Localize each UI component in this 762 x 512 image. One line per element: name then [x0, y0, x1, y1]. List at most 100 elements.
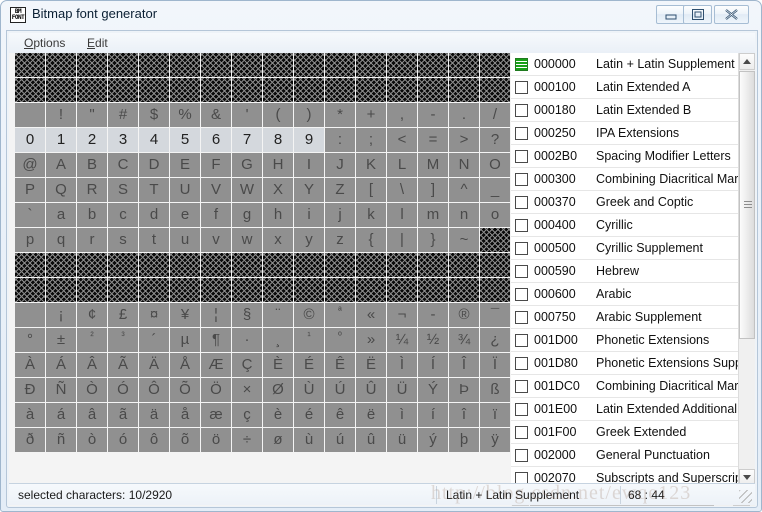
character-cell[interactable]: ~ — [449, 228, 479, 252]
checkbox-partial-icon[interactable] — [515, 57, 528, 71]
character-cell[interactable]: q — [46, 228, 76, 252]
character-cell[interactable]: þ — [449, 428, 479, 452]
character-cell[interactable]: 5 — [170, 128, 200, 152]
character-cell[interactable]: o — [480, 203, 510, 227]
character-cell[interactable]: È — [263, 353, 293, 377]
character-cell[interactable]: õ — [170, 428, 200, 452]
character-cell[interactable]: ø — [263, 428, 293, 452]
character-cell[interactable]: j — [325, 203, 355, 227]
character-cell[interactable]: § — [232, 303, 262, 327]
character-cell[interactable]: 8 — [263, 128, 293, 152]
character-cell[interactable]: ë — [356, 403, 386, 427]
block-list-row[interactable]: 000500 Cyrillic Supplement — [511, 237, 738, 260]
character-cell[interactable]: \ — [387, 178, 417, 202]
block-list-row[interactable]: 000100 Latin Extended A — [511, 76, 738, 99]
block-list-row[interactable]: 000590 Hebrew — [511, 260, 738, 283]
character-cell[interactable]: « — [356, 303, 386, 327]
character-cell[interactable]: ÷ — [232, 428, 262, 452]
character-cell[interactable]: [ — [356, 178, 386, 202]
character-cell[interactable]: F — [201, 153, 231, 177]
block-list-row[interactable]: 000750 Arabic Supplement — [511, 306, 738, 329]
character-cell[interactable]: & — [201, 103, 231, 127]
character-cell[interactable]: U — [170, 178, 200, 202]
character-cell[interactable]: ð — [15, 428, 45, 452]
character-cell[interactable]: ® — [449, 303, 479, 327]
character-cell[interactable]: Y — [294, 178, 324, 202]
character-cell[interactable]: X — [263, 178, 293, 202]
character-cell[interactable]: ( — [263, 103, 293, 127]
character-cell[interactable]: Í — [418, 353, 448, 377]
character-cell[interactable]: ÿ — [480, 428, 510, 452]
block-list-row[interactable]: 0002B0 Spacing Modifier Letters — [511, 145, 738, 168]
character-cell[interactable]: H — [263, 153, 293, 177]
character-cell[interactable]: Æ — [201, 353, 231, 377]
character-cell[interactable]: d — [139, 203, 169, 227]
checkbox-empty-icon[interactable] — [515, 333, 528, 347]
character-cell[interactable]: Ë — [356, 353, 386, 377]
character-cell[interactable]: · — [232, 328, 262, 352]
character-cell[interactable]: h — [263, 203, 293, 227]
character-cell[interactable]: $ — [139, 103, 169, 127]
character-cell[interactable]: r — [77, 228, 107, 252]
checkbox-empty-icon[interactable] — [515, 425, 528, 439]
character-cell[interactable]: D — [139, 153, 169, 177]
block-list-row[interactable]: 000600 Arabic — [511, 283, 738, 306]
character-cell[interactable]: ó — [108, 428, 138, 452]
character-cell[interactable]: ¬ — [387, 303, 417, 327]
character-cell[interactable]: â — [77, 403, 107, 427]
character-cell[interactable]: ¶ — [201, 328, 231, 352]
character-cell[interactable]: Ø — [263, 378, 293, 402]
character-cell[interactable]: ï — [480, 403, 510, 427]
character-cell[interactable]: Ð — [15, 378, 45, 402]
character-cell[interactable]: Ç — [232, 353, 262, 377]
character-cell[interactable]: v — [201, 228, 231, 252]
character-cell[interactable]: 1 — [46, 128, 76, 152]
checkbox-empty-icon[interactable] — [515, 172, 528, 186]
character-cell[interactable]: 4 — [139, 128, 169, 152]
character-cell[interactable]: ö — [201, 428, 231, 452]
character-cell[interactable]: Ý — [418, 378, 448, 402]
character-cell[interactable]: ³ — [108, 328, 138, 352]
character-cell[interactable]: û — [356, 428, 386, 452]
block-list-row[interactable]: 000400 Cyrillic — [511, 214, 738, 237]
character-cell[interactable]: a — [46, 203, 76, 227]
character-cell[interactable]: y — [294, 228, 324, 252]
block-list-row[interactable]: 000250 IPA Extensions — [511, 122, 738, 145]
character-cell[interactable]: Ú — [325, 378, 355, 402]
block-list-row[interactable]: 000180 Latin Extended B — [511, 99, 738, 122]
checkbox-empty-icon[interactable] — [515, 149, 528, 163]
resize-grip[interactable] — [739, 490, 752, 503]
character-cell[interactable]: E — [170, 153, 200, 177]
character-cell[interactable]: ç — [232, 403, 262, 427]
character-cell[interactable]: x — [263, 228, 293, 252]
checkbox-empty-icon[interactable] — [515, 195, 528, 209]
block-list-row[interactable]: 001E00 Latin Extended Additional — [511, 398, 738, 421]
character-cell[interactable]: à — [15, 403, 45, 427]
character-cell[interactable]: ½ — [418, 328, 448, 352]
character-cell[interactable]: = — [418, 128, 448, 152]
character-cell[interactable]: ¤ — [139, 303, 169, 327]
character-cell[interactable]: Ï — [480, 353, 510, 377]
character-cell[interactable]: ä — [139, 403, 169, 427]
character-cell[interactable]: e — [170, 203, 200, 227]
character-cell[interactable]: ¯ — [480, 303, 510, 327]
character-cell[interactable]: P — [15, 178, 45, 202]
block-list-row[interactable]: 001D80 Phonetic Extensions Supple. — [511, 352, 738, 375]
checkbox-empty-icon[interactable] — [515, 356, 528, 370]
character-cell[interactable]: í — [418, 403, 448, 427]
character-cell[interactable]: p — [15, 228, 45, 252]
character-cell[interactable]: » — [356, 328, 386, 352]
character-cell[interactable]: ¦ — [201, 303, 231, 327]
character-cell[interactable]: ¡ — [46, 303, 76, 327]
character-cell[interactable]: µ — [170, 328, 200, 352]
character-cell[interactable]: G — [232, 153, 262, 177]
character-cell[interactable]: > — [449, 128, 479, 152]
unicode-block-list-pane[interactable]: 000000 Latin + Latin Supplement 000100 Lati… — [511, 53, 755, 506]
character-cell[interactable]: ^ — [449, 178, 479, 202]
character-cell[interactable]: k — [356, 203, 386, 227]
checkbox-empty-icon[interactable] — [515, 310, 528, 324]
character-cell[interactable]: L — [387, 153, 417, 177]
character-cell[interactable]: ¹ — [294, 328, 324, 352]
character-cell[interactable]: 9 — [294, 128, 324, 152]
character-cell[interactable]: J — [325, 153, 355, 177]
